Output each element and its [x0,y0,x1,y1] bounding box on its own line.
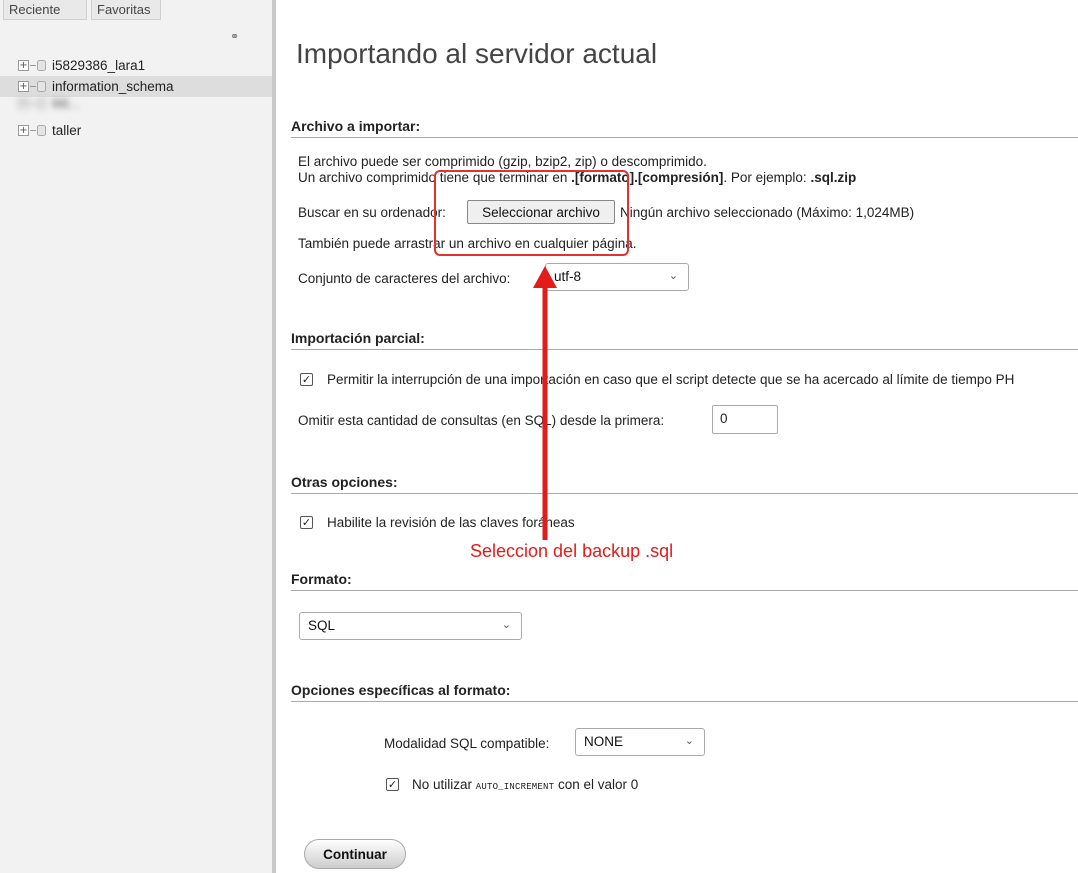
browse-label: Buscar en su ordenador: [298,205,446,220]
sql-mode-label: Modalidad SQL compatible: [384,736,550,751]
navigation-sidebar: Reciente Favoritas ⚭ + i5829386_lara1 + … [0,0,272,873]
database-icon [37,60,46,71]
sql-mode-value: NONE [584,734,624,749]
compression-info: El archivo puede ser comprimido (gzip, b… [298,154,707,169]
allow-interrupt-label: Permitir la interrupción de una importac… [327,372,1015,387]
annotation-highlight-box [434,170,629,256]
section-title-file: Archivo a importar: [291,118,1078,138]
database-icon [37,97,46,109]
database-item-i5829386-lara1[interactable]: + i5829386_lara1 [0,55,272,76]
sql-mode-select[interactable]: NONE ⌄ [575,728,705,756]
database-name[interactable]: littl... [52,96,80,110]
annotation-label: Seleccion del backup .sql [470,541,674,561]
sidebar-resize-handle[interactable] [272,0,276,873]
database-item-taller[interactable]: + taller [0,120,272,141]
chevron-down-icon: ⌄ [668,270,678,282]
link-icon[interactable]: ⚭ [230,30,239,43]
foreign-keys-checkbox[interactable]: ✓ [300,516,313,529]
expand-icon[interactable]: + [18,97,29,109]
section-title-partial: Importación parcial: [291,330,1078,350]
skip-queries-input[interactable]: 0 [712,405,778,434]
database-icon [37,125,46,136]
tab-favorites[interactable]: Favoritas [91,0,161,20]
section-title-format-options: Opciones específicas al formato: [291,682,1078,702]
tab-recent[interactable]: Reciente [3,0,87,20]
database-name[interactable]: taller [52,123,81,138]
database-name[interactable]: i5829386_lara1 [52,58,145,73]
section-title-format: Formato: [291,571,1078,591]
chevron-down-icon: ⌄ [501,619,511,631]
expand-icon[interactable]: + [18,60,29,71]
chevron-down-icon: ⌄ [684,735,694,747]
no-autoincrement-checkbox[interactable]: ✓ [386,778,399,791]
annotation-arrow-icon [533,266,557,540]
format-select[interactable]: SQL ⌄ [299,612,522,640]
no-autoincrement-label: No utilizar AUTO_INCREMENT con el valor … [412,777,639,792]
continue-button[interactable]: Continuar [304,839,406,869]
expand-icon[interactable]: + [18,81,29,92]
database-item-blurred[interactable]: + littl... [0,96,272,110]
page-title: Importando al servidor actual [296,38,658,69]
database-item-information-schema[interactable]: + information_schema [0,76,272,97]
charset-label: Conjunto de caracteres del archivo: [298,271,511,286]
database-icon [37,81,46,92]
database-name[interactable]: information_schema [52,79,174,94]
format-value: SQL [308,618,336,633]
section-title-other: Otras opciones: [291,474,1078,494]
expand-icon[interactable]: + [18,125,29,136]
allow-interrupt-checkbox[interactable]: ✓ [300,373,313,386]
skip-queries-label: Omitir esta cantidad de consultas (en SQ… [298,413,665,428]
no-file-selected: Ningún archivo seleccionado (Máximo: 1,0… [620,205,915,220]
